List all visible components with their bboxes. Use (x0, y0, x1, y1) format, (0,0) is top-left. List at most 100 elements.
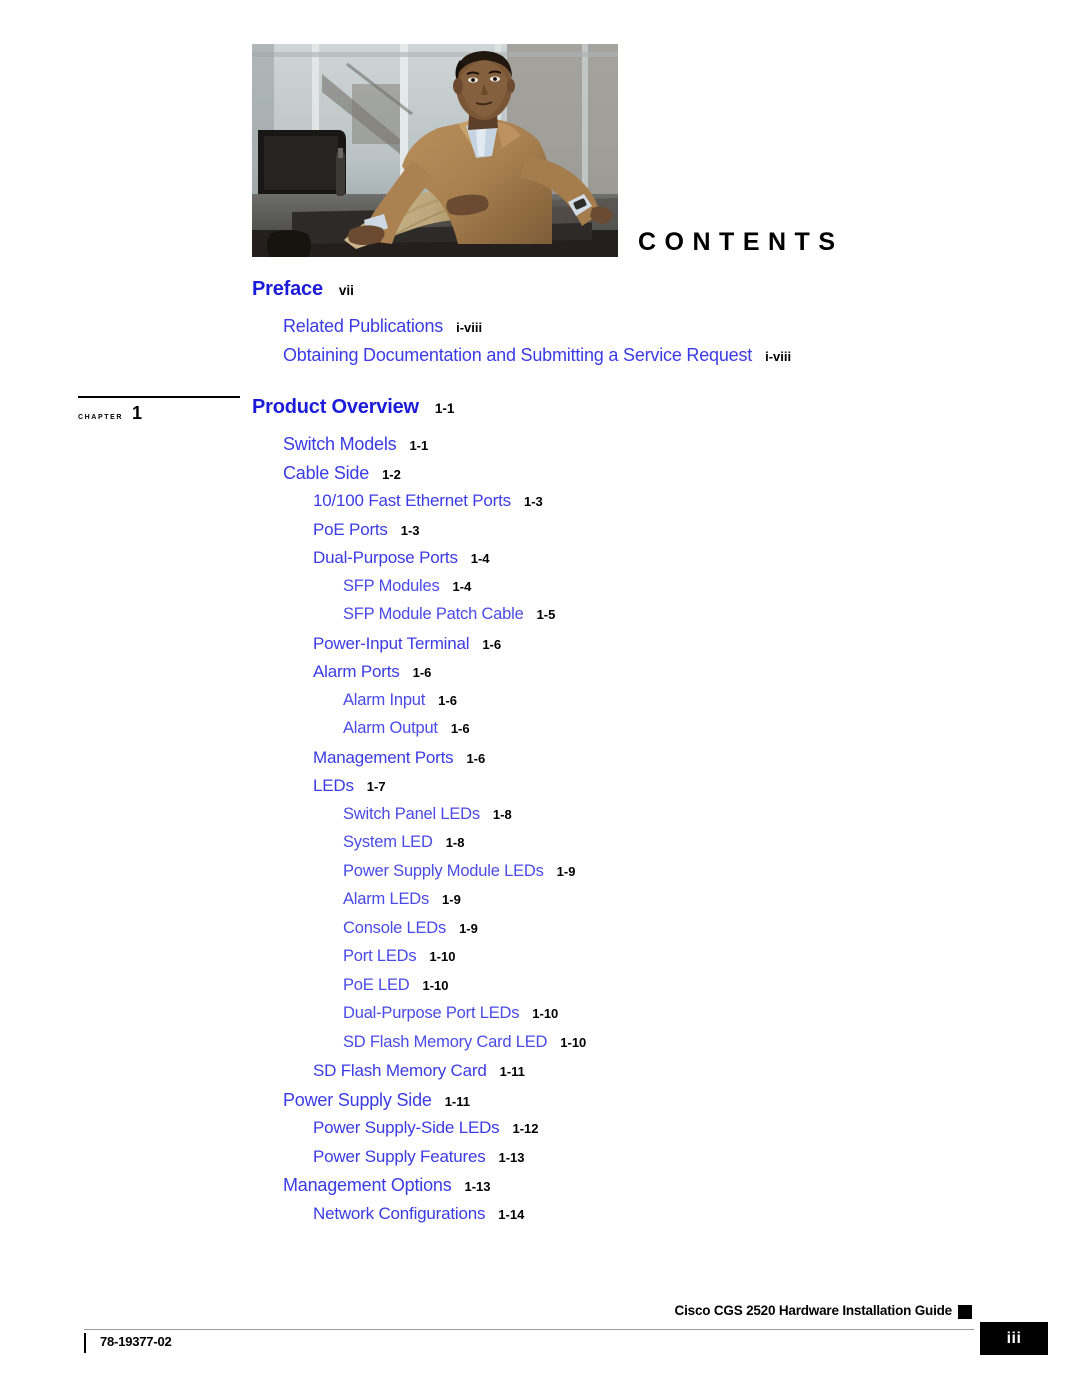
toc-entry[interactable]: Power Supply Module LEDs 1-9 (0, 862, 1080, 891)
toc-entry[interactable]: SFP Modules 1-4 (0, 577, 1080, 606)
toc-chapter1-entries: Switch Models 1-1 Cable Side 1-2 10/100 Fast… (0, 434, 1080, 1232)
toc-entry-label: Dual-Purpose Ports (313, 548, 458, 567)
toc-entry-page: 1-6 (466, 750, 486, 766)
toc-entry[interactable]: Power Supply Side 1-11 (0, 1090, 1080, 1119)
toc-entry-label: Alarm LEDs (343, 890, 430, 908)
toc-entry-label: SFP Module Patch Cable (343, 605, 524, 623)
footer-tick-mark (84, 1333, 86, 1353)
toc-entry-label: SFP Modules (343, 576, 440, 595)
toc-entry-label: PoE LED (343, 975, 410, 994)
toc-entry-page: 1-4 (452, 578, 472, 594)
toc-entry[interactable]: Power Supply Features 1-13 (0, 1147, 1080, 1176)
toc-entry-page: 1-11 (444, 1093, 470, 1109)
page-title: CONTENTS (638, 228, 844, 256)
page-footer: Cisco CGS 2520 Hardware Installation Gui… (0, 1303, 1080, 1397)
toc-entry-page: 1-4 (470, 551, 490, 566)
toc-entry-page: 1-1 (409, 438, 429, 453)
toc-entry-label: Cable Side (283, 462, 370, 483)
toc-section-gap (0, 373, 1080, 396)
seated-man-photo (252, 44, 618, 257)
toc-entry-label: Network Configurations (313, 1203, 486, 1223)
toc-entry[interactable]: Dual-Purpose Port LEDs 1-10 (0, 1004, 1080, 1033)
toc-entry-page: 1-6 (412, 665, 432, 680)
toc-entry-label: Power Supply-Side LEDs (313, 1118, 500, 1137)
toc-entry-label: System LED (343, 833, 433, 851)
toc-entry-label: Dual-Purpose Port LEDs (343, 1004, 520, 1022)
toc-entry[interactable]: Alarm Ports 1-6 (0, 662, 1080, 691)
toc-entry-label: Power Supply Module LEDs (343, 861, 544, 880)
toc-entry[interactable]: Port LEDs 1-10 (0, 947, 1080, 976)
toc-entry-label: Console LEDs (343, 918, 447, 937)
toc-entry-page: 1-8 (492, 806, 512, 822)
toc-entry-page: 1-9 (459, 920, 478, 936)
toc-entry-label: Switch Panel LEDs (343, 804, 480, 823)
footer-square-marker (958, 1305, 972, 1319)
toc-entry-page: vii (338, 283, 354, 298)
toc-entry-page: 1-2 (382, 466, 401, 482)
toc-entry[interactable]: Power-Input Terminal 1-6 (0, 634, 1080, 663)
toc-entry[interactable]: LEDs 1-7 (0, 776, 1080, 805)
toc-entry-product-overview[interactable]: Product Overview 1-1 (0, 396, 1080, 434)
toc-entry[interactable]: PoE LED 1-10 (0, 976, 1080, 1005)
toc-entry[interactable]: Management Ports 1-6 (0, 748, 1080, 777)
toc-entry-label: Preface (252, 278, 323, 300)
toc-entry[interactable]: System LED 1-8 (0, 833, 1080, 862)
toc-entry-label: Switch Models (283, 434, 397, 454)
toc-entry-label: LEDs (313, 776, 354, 795)
toc-entry-related-publications[interactable]: Related Publications i-viii (0, 316, 1080, 345)
toc-entry-page: 1-9 (442, 892, 461, 907)
toc-entry-label: Management Ports (313, 747, 454, 767)
toc-entry-page: 1-6 (482, 636, 502, 652)
toc-entry-page: 1-14 (498, 1206, 525, 1222)
toc-entry-label: Alarm Ports (313, 662, 400, 681)
toc-entry-page: 1-7 (366, 779, 386, 794)
toc-entry[interactable]: Switch Panel LEDs 1-8 (0, 805, 1080, 834)
page-number-badge: iii (980, 1322, 1048, 1355)
toc-entry-page: 1-12 (512, 1121, 539, 1136)
toc-entry[interactable]: Alarm Output 1-6 (0, 719, 1080, 748)
toc-entry[interactable]: Console LEDs 1-9 (0, 919, 1080, 948)
toc-entry[interactable]: Cable Side 1-2 (0, 463, 1080, 492)
toc-entry-page: i-viii (765, 348, 792, 364)
toc-entry-obtaining-documentation[interactable]: Obtaining Documentation and Submitting a… (0, 345, 1080, 374)
toc-entry[interactable]: 10/100 Fast Ethernet Ports 1-3 (0, 491, 1080, 520)
toc-entry-label: SD Flash Memory Card LED (343, 1032, 548, 1051)
toc-entry[interactable]: SD Flash Memory Card LED 1-10 (0, 1033, 1080, 1062)
toc-entry-label: PoE Ports (313, 519, 388, 539)
toc-entry-page: 1-1 (434, 401, 455, 416)
toc-entry-page: 1-3 (523, 494, 543, 509)
footer-guide-title: Cisco CGS 2520 Hardware Installation Gui… (674, 1303, 953, 1318)
toc-entry-label: Product Overview (252, 396, 419, 418)
toc-entry-label: Management Options (283, 1175, 452, 1195)
toc-entry[interactable]: Alarm LEDs 1-9 (0, 890, 1080, 919)
toc-entry[interactable]: SD Flash Memory Card 1-11 (0, 1061, 1080, 1090)
toc-entry[interactable]: PoE Ports 1-3 (0, 520, 1080, 549)
toc-entry-label: Alarm Output (343, 719, 438, 737)
toc-entry[interactable]: SFP Module Patch Cable 1-5 (0, 605, 1080, 634)
table-of-contents: Preface vii Related Publications i-viii … (0, 278, 1080, 1232)
toc-entry-page: 1-10 (532, 1006, 559, 1021)
toc-entry-label: 10/100 Fast Ethernet Ports (313, 491, 511, 510)
toc-entry-page: i-viii (456, 320, 483, 335)
toc-entry[interactable]: Management Options 1-13 (0, 1175, 1080, 1204)
toc-entry-page: 1-9 (556, 863, 576, 879)
toc-entry-label: SD Flash Memory Card (313, 1061, 487, 1080)
toc-entry-preface[interactable]: Preface vii (0, 278, 1080, 316)
toc-entry[interactable]: Power Supply-Side LEDs 1-12 (0, 1118, 1080, 1147)
toc-entry-page: 1-5 (536, 607, 556, 622)
toc-entry[interactable]: Switch Models 1-1 (0, 434, 1080, 463)
toc-entry[interactable]: Dual-Purpose Ports 1-4 (0, 548, 1080, 577)
toc-entry-page: 1-10 (560, 1034, 587, 1050)
footer-document-number: 78-19377-02 (100, 1334, 172, 1349)
toc-entry[interactable]: Alarm Input 1-6 (0, 691, 1080, 720)
toc-entry[interactable]: Network Configurations 1-14 (0, 1204, 1080, 1233)
footer-rule (84, 1329, 974, 1330)
toc-entry-label: Power Supply Side (283, 1089, 432, 1110)
toc-entry-page: 1-6 (438, 692, 457, 708)
toc-entry-label: Alarm Input (343, 690, 426, 709)
toc-entry-label: Related Publications (283, 316, 444, 336)
toc-entry-page: 1-3 (400, 522, 420, 538)
toc-entry-label: Power-Input Terminal (313, 633, 470, 653)
toc-entry-page: 1-10 (422, 977, 449, 993)
toc-entry-label: Port LEDs (343, 947, 417, 965)
